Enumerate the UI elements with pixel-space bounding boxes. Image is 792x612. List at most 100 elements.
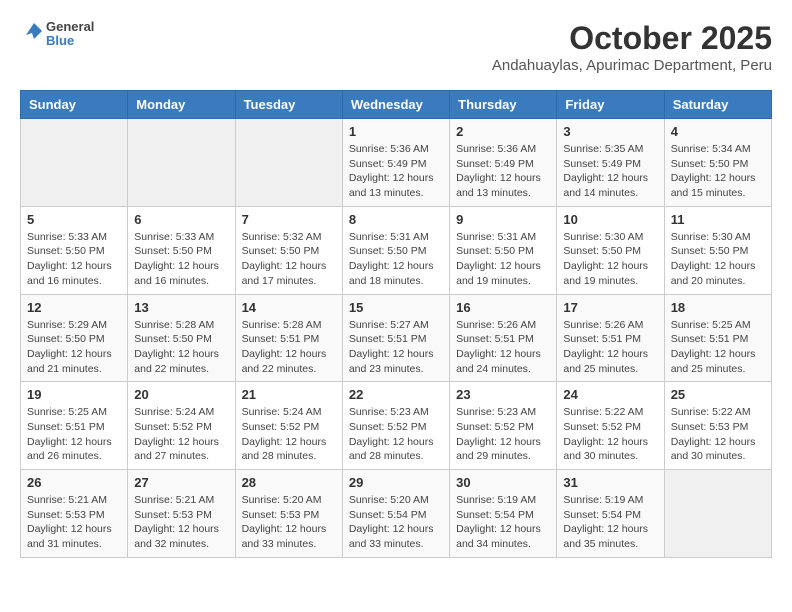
day-number: 14 [242,300,336,315]
day-info: Sunrise: 5:24 AM Sunset: 5:52 PM Dayligh… [242,405,336,464]
logo-bird-icon [20,21,42,43]
day-number: 19 [27,387,121,402]
day-info: Sunrise: 5:20 AM Sunset: 5:54 PM Dayligh… [349,493,443,552]
logo: General Blue [20,20,94,49]
day-info: Sunrise: 5:36 AM Sunset: 5:49 PM Dayligh… [349,142,443,201]
day-number: 8 [349,212,443,227]
calendar-cell: 26 Sunrise: 5:21 AM Sunset: 5:53 PM Dayli… [21,470,128,558]
day-number: 29 [349,475,443,490]
day-number: 7 [242,212,336,227]
calendar-cell: 22Sunrise: 5:23 AM Sunset: 5:52 PM Dayli… [342,382,449,470]
calendar-cell: 29 Sunrise: 5:20 AM Sunset: 5:54 PM Dayli… [342,470,449,558]
day-info: Sunrise: 5:25 AM Sunset: 5:51 PM Dayligh… [671,318,765,377]
calendar-cell: 12 Sunrise: 5:29 AM Sunset: 5:50 PM Dayli… [21,294,128,382]
day-number: 26 [27,475,121,490]
day-info: Sunrise: 5:23 AM Sunset: 5:52 PM Dayligh… [456,405,550,464]
day-number: 24 [563,387,657,402]
calendar-cell: 5 Sunrise: 5:33 AM Sunset: 5:50 PM Daylig… [21,206,128,294]
day-info: Sunrise: 5:35 AM Sunset: 5:49 PM Dayligh… [563,142,657,201]
day-number: 3 [563,124,657,139]
logo-blue: Blue [46,34,94,48]
day-number: 22 [349,387,443,402]
calendar-cell: 30 Sunrise: 5:19 AM Sunset: 5:54 PM Dayli… [450,470,557,558]
day-number: 30 [456,475,550,490]
day-info: Sunrise: 5:29 AM Sunset: 5:50 PM Dayligh… [27,318,121,377]
calendar-cell: 23 Sunrise: 5:23 AM Sunset: 5:52 PM Dayli… [450,382,557,470]
calendar-cell: 21 Sunrise: 5:24 AM Sunset: 5:52 PM Dayli… [235,382,342,470]
day-info: Sunrise: 5:31 AM Sunset: 5:50 PM Dayligh… [456,230,550,289]
day-info: Sunrise: 5:33 AM Sunset: 5:50 PM Dayligh… [27,230,121,289]
calendar-cell: 2 Sunrise: 5:36 AM Sunset: 5:49 PM Daylig… [450,119,557,207]
calendar-cell: 9 Sunrise: 5:31 AM Sunset: 5:50 PM Daylig… [450,206,557,294]
day-info: Sunrise: 5:36 AM Sunset: 5:49 PM Dayligh… [456,142,550,201]
title-section: October 2025 Andahuaylas, Apurimac Depar… [492,20,772,74]
calendar-cell: 20 Sunrise: 5:24 AM Sunset: 5:52 PM Dayli… [128,382,235,470]
calendar-cell: 25Sunrise: 5:22 AM Sunset: 5:53 PM Dayli… [664,382,771,470]
day-number: 11 [671,212,765,227]
day-info: Sunrise: 5:34 AM Sunset: 5:50 PM Dayligh… [671,142,765,201]
day-info: Sunrise: 5:19 AM Sunset: 5:54 PM Dayligh… [456,493,550,552]
calendar-cell: 19 Sunrise: 5:25 AM Sunset: 5:51 PM Dayli… [21,382,128,470]
day-number: 20 [134,387,228,402]
calendar-cell: 18 Sunrise: 5:25 AM Sunset: 5:51 PM Dayli… [664,294,771,382]
calendar-cell: 15Sunrise: 5:27 AM Sunset: 5:51 PM Dayli… [342,294,449,382]
day-info: Sunrise: 5:30 AM Sunset: 5:50 PM Dayligh… [563,230,657,289]
day-number: 6 [134,212,228,227]
week-row-1: 1 Sunrise: 5:36 AM Sunset: 5:49 PM Daylig… [21,119,772,207]
day-info: Sunrise: 5:22 AM Sunset: 5:53 PM Dayligh… [671,405,765,464]
day-number: 12 [27,300,121,315]
calendar-cell: 28 Sunrise: 5:20 AM Sunset: 5:53 PM Dayli… [235,470,342,558]
day-number: 17 [563,300,657,315]
day-info: Sunrise: 5:33 AM Sunset: 5:50 PM Dayligh… [134,230,228,289]
day-number: 16 [456,300,550,315]
calendar-cell [128,119,235,207]
day-number: 28 [242,475,336,490]
week-row-2: 5 Sunrise: 5:33 AM Sunset: 5:50 PM Daylig… [21,206,772,294]
weekday-header-wednesday: Wednesday [342,91,449,119]
subtitle: Andahuaylas, Apurimac Department, Peru [492,57,772,74]
day-number: 9 [456,212,550,227]
calendar-table: SundayMondayTuesdayWednesdayThursdayFrid… [20,90,772,558]
page-container: General Blue October 2025 Andahuaylas, A… [20,20,772,558]
weekday-header-tuesday: Tuesday [235,91,342,119]
weekday-header-thursday: Thursday [450,91,557,119]
day-number: 1 [349,124,443,139]
day-info: Sunrise: 5:25 AM Sunset: 5:51 PM Dayligh… [27,405,121,464]
calendar-cell: 17 Sunrise: 5:26 AM Sunset: 5:51 PM Dayli… [557,294,664,382]
logo-general: General [46,20,94,34]
calendar-cell: 1 Sunrise: 5:36 AM Sunset: 5:49 PM Daylig… [342,119,449,207]
week-row-5: 26 Sunrise: 5:21 AM Sunset: 5:53 PM Dayli… [21,470,772,558]
calendar-cell: 8 Sunrise: 5:31 AM Sunset: 5:50 PM Daylig… [342,206,449,294]
day-number: 21 [242,387,336,402]
weekday-header-saturday: Saturday [664,91,771,119]
day-number: 4 [671,124,765,139]
day-info: Sunrise: 5:26 AM Sunset: 5:51 PM Dayligh… [563,318,657,377]
weekday-header-sunday: Sunday [21,91,128,119]
day-info: Sunrise: 5:31 AM Sunset: 5:50 PM Dayligh… [349,230,443,289]
day-number: 23 [456,387,550,402]
day-info: Sunrise: 5:19 AM Sunset: 5:54 PM Dayligh… [563,493,657,552]
calendar-cell: 14 Sunrise: 5:28 AM Sunset: 5:51 PM Dayli… [235,294,342,382]
calendar-cell [21,119,128,207]
calendar-cell: 27Sunrise: 5:21 AM Sunset: 5:53 PM Dayli… [128,470,235,558]
calendar-cell: 16 Sunrise: 5:26 AM Sunset: 5:51 PM Dayli… [450,294,557,382]
weekday-header-row: SundayMondayTuesdayWednesdayThursdayFrid… [21,91,772,119]
day-number: 27 [134,475,228,490]
day-number: 18 [671,300,765,315]
day-info: Sunrise: 5:26 AM Sunset: 5:51 PM Dayligh… [456,318,550,377]
day-number: 5 [27,212,121,227]
day-number: 10 [563,212,657,227]
week-row-4: 19 Sunrise: 5:25 AM Sunset: 5:51 PM Dayli… [21,382,772,470]
day-info: Sunrise: 5:32 AM Sunset: 5:50 PM Dayligh… [242,230,336,289]
day-info: Sunrise: 5:20 AM Sunset: 5:53 PM Dayligh… [242,493,336,552]
weekday-header-friday: Friday [557,91,664,119]
month-title: October 2025 [492,20,772,57]
day-info: Sunrise: 5:28 AM Sunset: 5:50 PM Dayligh… [134,318,228,377]
calendar-cell: 11Sunrise: 5:30 AM Sunset: 5:50 PM Dayli… [664,206,771,294]
day-number: 13 [134,300,228,315]
day-info: Sunrise: 5:28 AM Sunset: 5:51 PM Dayligh… [242,318,336,377]
day-info: Sunrise: 5:24 AM Sunset: 5:52 PM Dayligh… [134,405,228,464]
day-number: 2 [456,124,550,139]
day-info: Sunrise: 5:21 AM Sunset: 5:53 PM Dayligh… [27,493,121,552]
weekday-header-monday: Monday [128,91,235,119]
